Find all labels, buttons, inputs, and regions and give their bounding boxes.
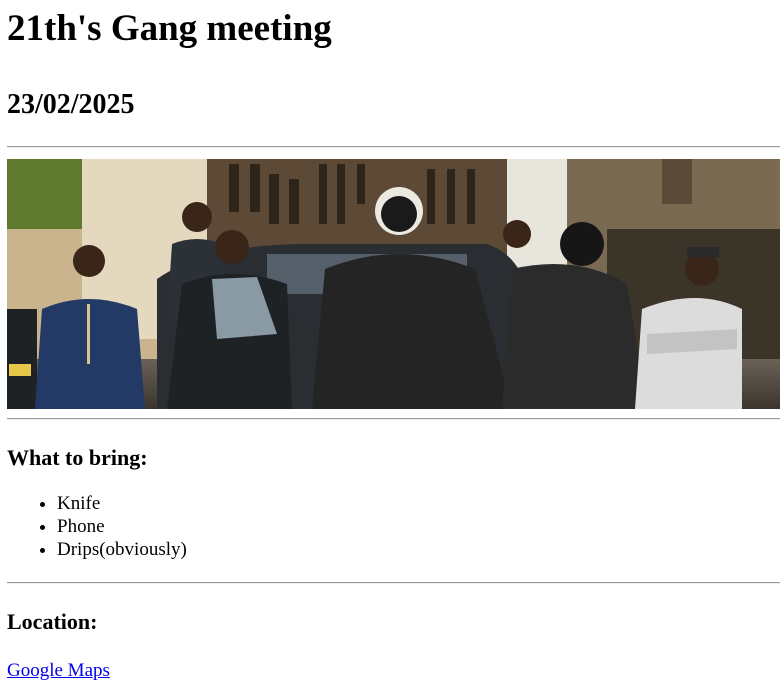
divider (7, 418, 780, 420)
page-title: 21th's Gang meeting (7, 8, 332, 49)
what-to-bring-heading: What to bring: (7, 445, 148, 470)
google-maps-link[interactable]: Google Maps (7, 659, 110, 682)
list-item: Drips(obviously) (57, 538, 780, 561)
meeting-date: 23/02/2025 (7, 89, 135, 120)
group-photo (7, 159, 780, 409)
divider (7, 582, 780, 584)
bring-list: Knife Phone Drips(obviously) (7, 492, 780, 561)
list-item: Knife (57, 492, 780, 515)
divider (7, 146, 780, 148)
location-heading: Location: (7, 609, 98, 634)
list-item: Phone (57, 515, 780, 538)
